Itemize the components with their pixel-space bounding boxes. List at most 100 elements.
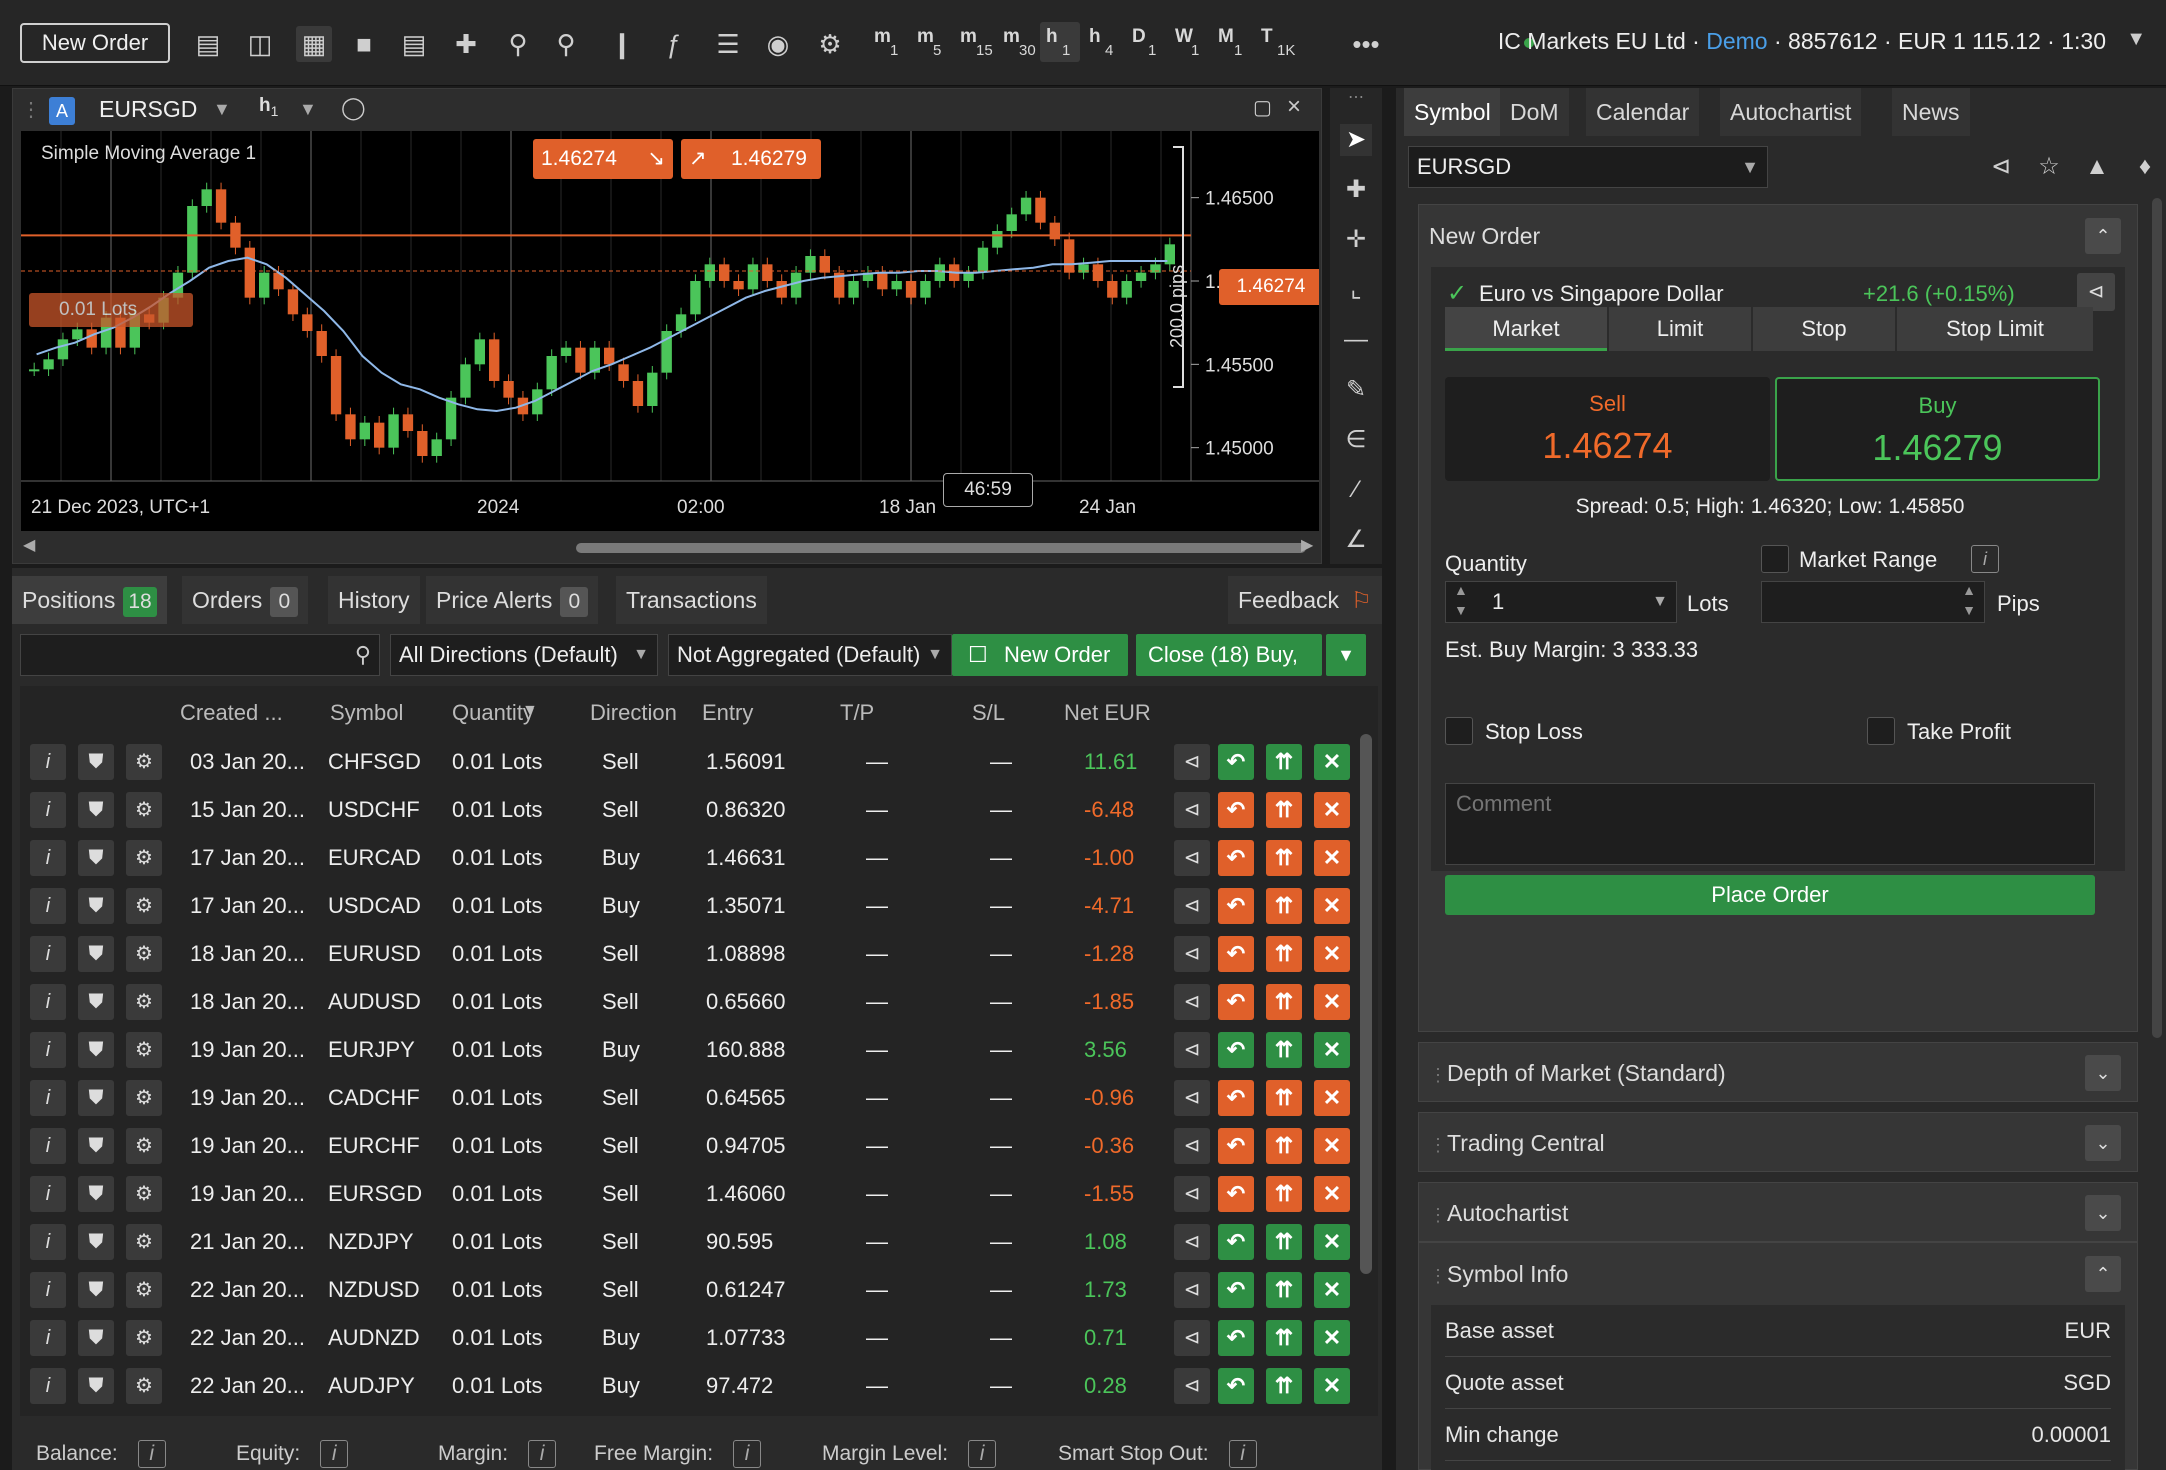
timeframe-m5[interactable]: m5 bbox=[911, 22, 951, 62]
collapse-chevron-icon[interactable]: ⌃ bbox=[2085, 218, 2121, 254]
close-position-icon[interactable]: ✕ bbox=[1314, 1080, 1350, 1116]
close-position-icon[interactable]: ✕ bbox=[1314, 1224, 1350, 1260]
settings-gear-icon[interactable]: ⚙ bbox=[126, 936, 162, 972]
info-icon[interactable]: i bbox=[30, 936, 66, 972]
eye-icon[interactable]: ◉ bbox=[760, 26, 796, 62]
info-icon[interactable]: i bbox=[30, 888, 66, 924]
settings-gear-icon[interactable]: ⚙ bbox=[126, 1320, 162, 1356]
double-position-icon[interactable]: ⇈ bbox=[1266, 1368, 1302, 1404]
protection-shield-icon[interactable]: ⛊ bbox=[78, 888, 114, 924]
share-position-icon[interactable]: ⊲ bbox=[1174, 1128, 1210, 1164]
close-position-icon[interactable]: ✕ bbox=[1314, 744, 1350, 780]
info-icon[interactable]: i bbox=[30, 744, 66, 780]
ruler-icon[interactable]: ⌞ bbox=[1340, 274, 1372, 306]
scroll-left-icon[interactable]: ◀ bbox=[23, 535, 35, 555]
chart-link-badge[interactable]: A bbox=[49, 97, 75, 125]
buy-price-box[interactable]: Buy 1.46279 bbox=[1775, 377, 2100, 481]
chart-canvas[interactable]: 1.465001.460001.455001.4500021 Dec 2023,… bbox=[21, 131, 1319, 531]
double-position-icon[interactable]: ⇈ bbox=[1266, 1320, 1302, 1356]
section-header[interactable]: ⋮Trading Central ⌄ bbox=[1419, 1113, 2137, 1173]
settings-gear-icon[interactable]: ⚙ bbox=[126, 1080, 162, 1116]
price-chart[interactable]: 1.465001.460001.455001.4500021 Dec 2023,… bbox=[21, 131, 1319, 531]
tab-dom[interactable]: DoM bbox=[1500, 88, 1569, 136]
close-chart-icon[interactable]: × bbox=[1287, 93, 1301, 121]
close-position-icon[interactable]: ✕ bbox=[1314, 1176, 1350, 1212]
settings-gear-icon[interactable]: ⚙ bbox=[126, 888, 162, 924]
tab-history[interactable]: History bbox=[328, 576, 420, 624]
close-all-dropdown-icon[interactable]: ▼ bbox=[1326, 634, 1366, 676]
timeframe-h4[interactable]: h4 bbox=[1083, 22, 1123, 62]
zoom-in-icon[interactable]: ⚲ bbox=[548, 26, 584, 62]
protection-shield-icon[interactable]: ⛊ bbox=[78, 936, 114, 972]
section-autochartist[interactable]: ⋮Autochartist ⌄ bbox=[1418, 1182, 2138, 1242]
timeframe-h1[interactable]: h1 bbox=[1040, 22, 1080, 62]
layout-icon[interactable]: ◫ bbox=[242, 26, 278, 62]
split-layout-icon[interactable]: ▤ bbox=[396, 26, 432, 62]
share-position-icon[interactable]: ⊲ bbox=[1174, 984, 1210, 1020]
sell-quote-button[interactable]: 1.46274 ↘ bbox=[533, 139, 673, 179]
info-icon[interactable]: i bbox=[30, 792, 66, 828]
order-type-stop[interactable]: Stop bbox=[1753, 307, 1895, 351]
share-position-icon[interactable]: ⊲ bbox=[1174, 1080, 1210, 1116]
reverse-position-icon[interactable]: ↶ bbox=[1218, 936, 1254, 972]
table-row[interactable]: i ⛊ ⚙ 18 Jan 20... EURUSD 0.01 Lots Sell 1.0889… bbox=[20, 930, 1360, 978]
tab-news[interactable]: News bbox=[1892, 88, 1970, 136]
share-position-icon[interactable]: ⊲ bbox=[1174, 744, 1210, 780]
info-icon[interactable]: i bbox=[30, 1272, 66, 1308]
reverse-position-icon[interactable]: ↶ bbox=[1218, 1080, 1254, 1116]
column-header[interactable]: Direction bbox=[590, 700, 677, 726]
reverse-position-icon[interactable]: ↶ bbox=[1218, 1032, 1254, 1068]
quantity-dropdown-icon[interactable]: ▼ bbox=[1652, 582, 1668, 622]
column-header[interactable]: Net EUR bbox=[1064, 700, 1151, 726]
expand-chevron-icon[interactable]: ⌄ bbox=[2085, 1195, 2121, 1231]
aggregation-filter[interactable]: Not Aggregated (Default) ▼ bbox=[668, 634, 952, 676]
buy-quote-button[interactable]: ↗ 1.46279 bbox=[681, 139, 821, 179]
section-header[interactable]: ⋮Depth of Market (Standard) ⌄ bbox=[1419, 1043, 2137, 1103]
share-position-icon[interactable]: ⊲ bbox=[1174, 1320, 1210, 1356]
more-icon[interactable]: ••• bbox=[1348, 26, 1384, 62]
share-position-icon[interactable]: ⊲ bbox=[1174, 1176, 1210, 1212]
settings-gear-icon[interactable]: ⚙ bbox=[126, 840, 162, 876]
reverse-position-icon[interactable]: ↶ bbox=[1218, 840, 1254, 876]
new-order-button[interactable]: New Order bbox=[20, 23, 170, 63]
close-position-icon[interactable]: ✕ bbox=[1314, 936, 1350, 972]
table-row[interactable]: i ⛊ ⚙ 22 Jan 20... NZDUSD 0.01 Lots Sell 0.6124… bbox=[20, 1266, 1360, 1314]
reverse-position-icon[interactable]: ↶ bbox=[1218, 984, 1254, 1020]
close-position-icon[interactable]: ✕ bbox=[1314, 888, 1350, 924]
indicator-icon[interactable]: ƒ bbox=[656, 26, 692, 62]
share-position-icon[interactable]: ⊲ bbox=[1174, 936, 1210, 972]
positions-new-order-button[interactable]: ☐ New Order bbox=[952, 634, 1128, 676]
info-icon[interactable]: i bbox=[1971, 545, 1999, 573]
collapse-chevron-icon[interactable]: ⌃ bbox=[2085, 1256, 2121, 1292]
search-icon[interactable]: ⚲ bbox=[355, 635, 371, 675]
settings-gear-icon[interactable]: ⚙ bbox=[126, 1032, 162, 1068]
expand-chevron-icon[interactable]: ⌄ bbox=[2085, 1055, 2121, 1091]
sell-price-box[interactable]: Sell 1.46274 bbox=[1445, 377, 1770, 481]
order-type-stop-limit[interactable]: Stop Limit bbox=[1897, 307, 2093, 351]
favorite-star-icon[interactable]: ☆ bbox=[2028, 146, 2070, 188]
right-panel-scrollbar[interactable] bbox=[2152, 198, 2162, 1038]
grip-icon[interactable]: ⋮ bbox=[1429, 1045, 1447, 1105]
tab-orders[interactable]: Orders 0 bbox=[182, 576, 309, 624]
symbol-dropdown-icon[interactable]: ▼ bbox=[213, 99, 231, 120]
reverse-position-icon[interactable]: ↶ bbox=[1218, 1368, 1254, 1404]
table-row[interactable]: i ⛊ ⚙ 19 Jan 20... EURJPY 0.01 Lots Buy 160.888… bbox=[20, 1026, 1360, 1074]
table-row[interactable]: i ⛊ ⚙ 17 Jan 20... EURCAD 0.01 Lots Buy 1.46631… bbox=[20, 834, 1360, 882]
share-position-icon[interactable]: ⊲ bbox=[1174, 1032, 1210, 1068]
chart-mode-icon[interactable]: ▤ bbox=[190, 26, 226, 62]
info-icon[interactable]: i bbox=[30, 1320, 66, 1356]
fan-icon[interactable]: ∠ bbox=[1340, 524, 1372, 556]
info-icon[interactable]: i bbox=[320, 1440, 349, 1468]
double-position-icon[interactable]: ⇈ bbox=[1266, 936, 1302, 972]
info-icon[interactable]: i bbox=[137, 1440, 166, 1468]
tab-autochartist[interactable]: Autochartist bbox=[1720, 88, 1862, 136]
grip-icon[interactable]: ⋮ bbox=[1429, 1185, 1447, 1245]
table-row[interactable]: i ⛊ ⚙ 21 Jan 20... NZDJPY 0.01 Lots Sell 90.595… bbox=[20, 1218, 1360, 1266]
stepper-arrows-icon[interactable]: ▲ ▼ bbox=[1454, 580, 1468, 620]
protection-shield-icon[interactable]: ⛊ bbox=[78, 1080, 114, 1116]
channel-icon[interactable]: ⁄ bbox=[1340, 474, 1372, 506]
close-position-icon[interactable]: ✕ bbox=[1314, 984, 1350, 1020]
drag-handle-icon[interactable]: ⋮ bbox=[21, 97, 41, 122]
position-lots-tag[interactable]: 0.01 Lots bbox=[29, 293, 193, 327]
table-row[interactable]: i ⛊ ⚙ 03 Jan 20... CHFSGD 0.01 Lots Sell 1.5609… bbox=[20, 738, 1360, 786]
